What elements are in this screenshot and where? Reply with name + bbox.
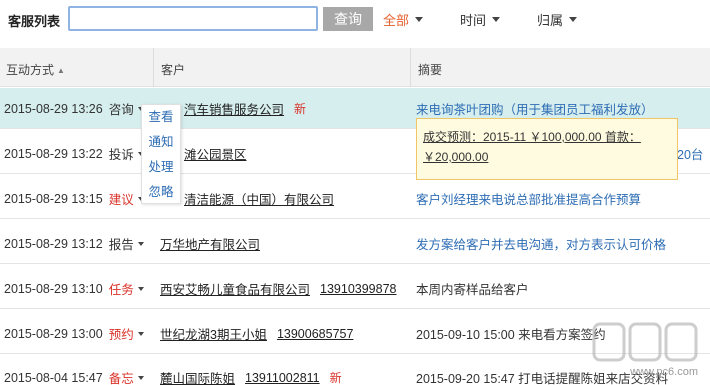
customer-name-link[interactable]: 世纪龙湖3期王小姐 (160, 324, 267, 343)
filter-owner-dropdown[interactable]: 归属 (537, 10, 578, 29)
interaction-cell: 2015-08-29 13:12 报告 (4, 223, 144, 264)
customer-name-link[interactable]: 西安艾畅儿童食品有限公司 (160, 279, 310, 298)
new-badge: 新 (329, 371, 342, 385)
deal-forecast-tooltip: 成交预测：2015-11 ￥100,000.00 首款： ￥20,000.00 (416, 118, 678, 180)
column-header-summary: 摘要 (418, 63, 443, 77)
table-row[interactable]: 2015-08-29 13:10 任务 西安艾畅儿童食品有限公司 1391039987… (0, 268, 710, 309)
summary-cell: 2015-09-10 15:00 来电看方案签约 (416, 328, 606, 342)
column-header-label: 互动方式 (6, 63, 55, 77)
customer-phone-link[interactable]: 13910399878 (320, 282, 396, 296)
customer-name-link[interactable]: 麓山国际陈姐 (160, 368, 235, 385)
chevron-down-icon[interactable] (137, 241, 144, 246)
summary-cell[interactable]: 发方案给客户并去电沟通，对方表示认可价格 (416, 223, 666, 264)
interaction-cell: 2015-08-29 13:26 咨询 (4, 88, 144, 129)
search-button[interactable]: 查询 (323, 7, 373, 31)
interaction-type-dropdown[interactable]: 任务 (109, 279, 134, 298)
toolbar: 客服列表 查询 全部 时间 归属 (0, 0, 710, 36)
chevron-down-icon[interactable] (137, 286, 144, 291)
table-header: 互动方式 ▲ 客户 摘要 (0, 48, 710, 87)
search-input[interactable] (68, 6, 318, 31)
menu-item-view[interactable]: 查看 (142, 105, 180, 130)
interaction-cell: 2015-08-29 13:22 投诉 (4, 133, 144, 174)
filter-time-dropdown[interactable]: 时间 (460, 10, 501, 29)
customer-cell: 万华地产有限公司 (160, 223, 260, 264)
watermark-text: www.pc6.com (630, 366, 698, 378)
customer-cell: 西安艾畅儿童食品有限公司 13910399878 (160, 268, 397, 309)
chevron-down-icon (569, 17, 578, 22)
customer-name-link[interactable]: 万华地产有限公司 (160, 234, 260, 253)
customer-phone-link[interactable]: 13900685757 (277, 327, 353, 341)
summary-cell: 本周内寄样品给客户 (416, 283, 529, 297)
customer-name-link[interactable]: 汽车销售服务公司 (184, 99, 284, 118)
tooltip-line-1: 成交预测：2015-11 ￥100,000.00 首款： (423, 130, 641, 144)
interaction-type-dropdown[interactable]: 咨询 (109, 99, 134, 118)
interaction-type-dropdown[interactable]: 报告 (109, 234, 134, 253)
interaction-cell: 2015-08-04 15:47 备忘 (4, 357, 144, 385)
page-title: 客服列表 (8, 14, 61, 29)
customer-phone-link[interactable]: 13911002811 (245, 371, 320, 385)
watermark-logo-icon (592, 322, 698, 362)
customer-cell: 汽车销售服务公司新 (160, 88, 306, 129)
interaction-date: 2015-08-29 13:22 (4, 146, 103, 161)
customer-cell: 世纪龙湖3期王小姐 13900685757 (160, 313, 353, 354)
chevron-down-icon[interactable] (137, 331, 144, 336)
column-header-interaction[interactable]: 互动方式 ▲ (6, 61, 65, 78)
column-header-customer: 客户 (161, 63, 186, 77)
tooltip-line-2: ￥20,000.00 (423, 150, 489, 164)
interaction-type-dropdown[interactable]: 建议 (109, 189, 134, 208)
chevron-down-icon (492, 17, 501, 22)
interaction-date: 2015-08-29 13:15 (4, 191, 103, 206)
interaction-date: 2015-08-29 13:26 (4, 101, 103, 116)
table-row[interactable]: 2015-08-29 13:15 建议 清洁能源（中国）有限公司 客户刘经理来电说总部… (0, 178, 710, 219)
sort-icon[interactable]: ▲ (57, 66, 65, 75)
interaction-type-dropdown[interactable]: 备忘 (109, 368, 134, 385)
filter-time-label: 时间 (460, 13, 487, 28)
interaction-cell: 2015-08-29 13:10 任务 (4, 268, 144, 309)
column-divider (410, 48, 411, 87)
customer-cell: 麓山国际陈姐 13911002811 新 (160, 357, 342, 385)
watermark-logo: www.pc6.com (590, 318, 704, 380)
filter-all-label: 全部 (383, 13, 410, 28)
interaction-cell: 2015-08-29 13:15 建议 (4, 178, 144, 219)
summary-cell[interactable]: 客户刘经理来电说总部批准提高合作预算 (416, 178, 641, 219)
table-row[interactable]: 2015-08-29 13:12 报告 万华地产有限公司 发方案给客户并去电沟通，对方… (0, 223, 710, 264)
customer-name-link[interactable]: 清洁能源（中国）有限公司 (184, 189, 334, 208)
summary-cell[interactable]: 20台 (677, 133, 703, 174)
filter-all-dropdown[interactable]: 全部 (383, 10, 424, 29)
filter-owner-label: 归属 (537, 13, 564, 28)
menu-item-handle[interactable]: 处理 (142, 155, 180, 180)
chevron-down-icon[interactable] (137, 375, 144, 380)
menu-item-notify[interactable]: 通知 (142, 130, 180, 155)
column-divider (153, 48, 154, 87)
interaction-date: 2015-08-29 13:10 (4, 281, 103, 296)
chevron-down-icon (415, 17, 424, 22)
interaction-cell: 2015-08-29 13:00 预约 (4, 313, 144, 354)
row-action-menu: 查看 通知 处理 忽略 (141, 104, 181, 204)
customer-name-link[interactable]: 滩公园景区 (184, 144, 247, 163)
interaction-type-dropdown[interactable]: 投诉 (109, 144, 134, 163)
customer-cell: 清洁能源（中国）有限公司 (160, 178, 334, 219)
interaction-date: 2015-08-04 15:47 (4, 370, 103, 385)
interaction-date: 2015-08-29 13:12 (4, 236, 103, 251)
interaction-date: 2015-08-29 13:00 (4, 326, 103, 341)
new-badge: 新 (294, 102, 307, 116)
interaction-type-dropdown[interactable]: 预约 (109, 324, 134, 343)
menu-item-ignore[interactable]: 忽略 (142, 180, 180, 205)
